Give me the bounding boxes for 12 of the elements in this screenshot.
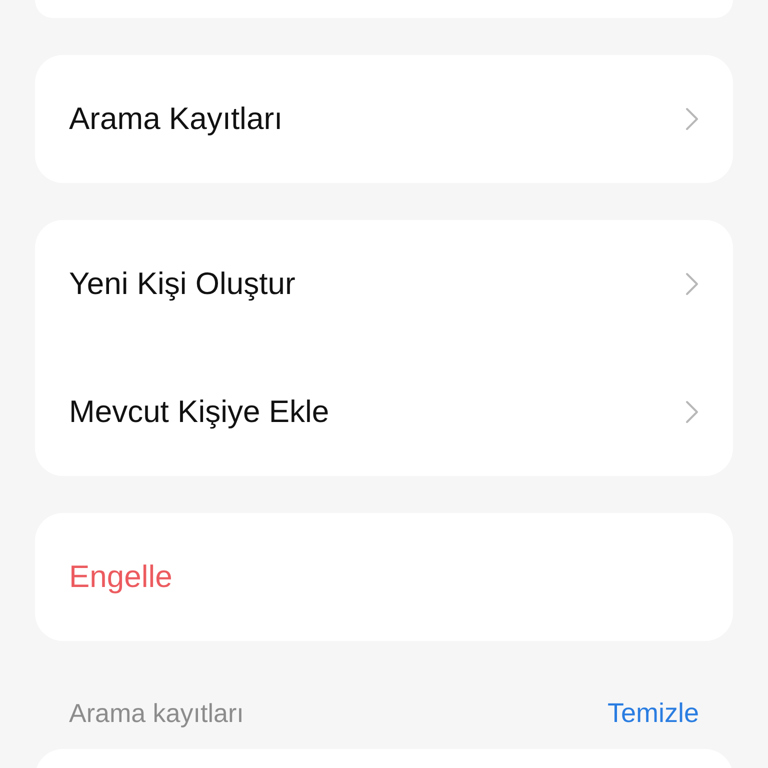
chevron-right-icon: [685, 272, 699, 296]
list-item[interactable]: Yeni Kişi Oluştur: [35, 220, 733, 348]
item-label: Engelle: [69, 558, 172, 596]
clear-button[interactable]: Temizle: [607, 692, 699, 734]
section-title: Arama kayıtları: [69, 696, 244, 730]
item-label: Mevcut Kişiye Ekle: [69, 392, 330, 431]
list-item[interactable]: Arama Kayıtları: [35, 55, 733, 183]
chevron-right-icon: [685, 400, 699, 424]
chevron-right-icon: [685, 107, 699, 131]
list-item[interactable]: Mevcut Kişiye Ekle: [35, 348, 733, 476]
item-label: Arama Kayıtları: [69, 100, 283, 138]
item-label: Yeni Kişi Oluştur: [69, 264, 296, 303]
